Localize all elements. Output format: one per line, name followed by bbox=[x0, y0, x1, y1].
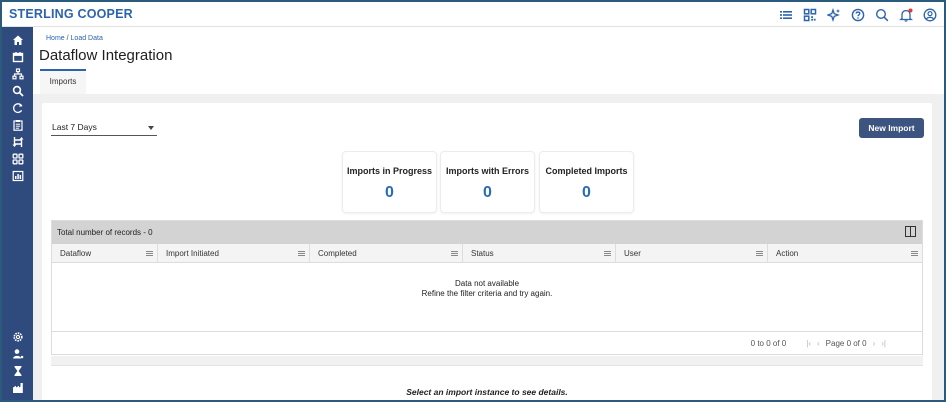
metric-value: 0 bbox=[582, 184, 591, 201]
hierarchy-icon[interactable] bbox=[11, 67, 24, 80]
report-icon[interactable] bbox=[11, 169, 24, 182]
total-records-label: Total number of records - 0 bbox=[57, 228, 153, 237]
column-menu-icon[interactable] bbox=[604, 251, 611, 256]
column-header-label: User bbox=[624, 249, 641, 258]
column-header-label: Completed bbox=[318, 249, 357, 258]
empty-state-hint: Refine the filter criteria and try again… bbox=[421, 289, 553, 298]
brand-logo[interactable]: STERLING COOPER bbox=[9, 7, 133, 21]
metric-card-completed[interactable]: Completed Imports 0 bbox=[539, 151, 634, 213]
grid-icon[interactable] bbox=[801, 6, 818, 23]
column-header-completed[interactable]: Completed bbox=[310, 244, 463, 263]
column-header-import-initiated[interactable]: Import Initiated bbox=[158, 244, 310, 263]
column-menu-icon[interactable] bbox=[298, 251, 305, 256]
first-page-icon[interactable]: |‹ bbox=[806, 339, 811, 348]
top-icons bbox=[777, 6, 938, 23]
settings-icon[interactable] bbox=[11, 330, 24, 343]
column-header-action[interactable]: Action bbox=[768, 244, 922, 263]
column-header-status[interactable]: Status bbox=[463, 244, 616, 263]
sparkle-icon[interactable] bbox=[825, 6, 842, 23]
metric-label: Imports in Progress bbox=[346, 166, 433, 176]
column-menu-icon[interactable] bbox=[756, 251, 763, 256]
home-icon[interactable] bbox=[11, 33, 24, 46]
sidebar bbox=[2, 27, 33, 400]
apps-icon[interactable] bbox=[11, 152, 24, 165]
imports-panel: Last 7 Days New Import Imports in Progre… bbox=[42, 103, 932, 400]
grid-header-row: Dataflow Import Initiated Completed Stat… bbox=[52, 244, 922, 263]
search-icon[interactable] bbox=[873, 6, 890, 23]
grid-pagination: 0 to 0 of 0 |‹ ‹ Page 0 of 0 › ›| bbox=[52, 331, 922, 354]
app-frame: STERLING COOPER Home / Load Data Dataflo… bbox=[0, 0, 946, 402]
breadcrumb: Home / Load Data bbox=[46, 35, 103, 42]
top-bar: STERLING COOPER bbox=[2, 2, 944, 27]
transfer-icon[interactable] bbox=[11, 135, 24, 148]
empty-state-title: Data not available bbox=[454, 279, 520, 288]
date-range-value: Last 7 Days bbox=[52, 122, 97, 132]
column-header-label: Import Initiated bbox=[166, 249, 219, 258]
clipboard-icon[interactable] bbox=[11, 118, 24, 131]
metric-label: Imports with Errors bbox=[445, 166, 529, 176]
bell-icon[interactable] bbox=[897, 6, 914, 23]
help-icon[interactable] bbox=[849, 6, 866, 23]
date-range-dropdown[interactable]: Last 7 Days bbox=[51, 119, 157, 136]
list-icon[interactable] bbox=[777, 6, 794, 23]
metric-label: Completed Imports bbox=[545, 166, 628, 176]
empty-state: Data not available Refine the filter cri… bbox=[52, 279, 922, 299]
previous-page-icon[interactable]: ‹ bbox=[817, 339, 820, 348]
metric-value: 0 bbox=[483, 184, 492, 201]
section-divider bbox=[51, 365, 923, 366]
search-icon[interactable] bbox=[11, 84, 24, 97]
breadcrumb-current[interactable]: Load Data bbox=[71, 35, 103, 42]
user-icon[interactable] bbox=[921, 6, 938, 23]
column-header-label: Dataflow bbox=[60, 249, 92, 258]
tab-imports[interactable]: Imports bbox=[40, 69, 86, 94]
metric-card-errors[interactable]: Imports with Errors 0 bbox=[440, 151, 535, 213]
imports-grid: Total number of records - 0 Dataflow Imp… bbox=[51, 220, 923, 355]
caret-down-icon bbox=[148, 126, 154, 130]
breadcrumb-home[interactable]: Home bbox=[46, 35, 65, 42]
new-import-button[interactable]: New Import bbox=[859, 118, 924, 138]
column-menu-icon[interactable] bbox=[451, 251, 458, 256]
detail-placeholder-message: Select an import instance to see details… bbox=[406, 387, 568, 397]
column-header-user[interactable]: User bbox=[616, 244, 768, 263]
column-header-dataflow[interactable]: Dataflow bbox=[52, 244, 158, 263]
grid-toolbar: Total number of records - 0 bbox=[52, 221, 922, 244]
last-page-icon[interactable]: ›| bbox=[881, 339, 886, 348]
page-indicator: Page 0 of 0 bbox=[825, 339, 867, 348]
factory-icon[interactable] bbox=[11, 381, 24, 394]
metric-value: 0 bbox=[385, 184, 394, 201]
metric-card-in-progress[interactable]: Imports in Progress 0 bbox=[342, 151, 437, 213]
column-header-label: Action bbox=[776, 249, 799, 258]
columns-icon[interactable] bbox=[905, 226, 916, 237]
page-header: Home / Load Data Dataflow Integration Im… bbox=[33, 27, 944, 94]
column-menu-icon[interactable] bbox=[146, 251, 153, 256]
admin-user-icon[interactable] bbox=[11, 347, 24, 360]
hourglass-icon[interactable] bbox=[11, 364, 24, 377]
record-range: 0 to 0 of 0 bbox=[750, 339, 787, 348]
pager: 0 to 0 of 0 |‹ ‹ Page 0 of 0 › ›| bbox=[751, 339, 886, 348]
calendar-icon[interactable] bbox=[11, 50, 24, 63]
grid-scrollbar[interactable] bbox=[51, 356, 923, 365]
page-title: Dataflow Integration bbox=[39, 47, 173, 64]
refresh-icon[interactable] bbox=[11, 101, 24, 114]
next-page-icon[interactable]: › bbox=[873, 339, 876, 348]
column-header-label: Status bbox=[471, 249, 494, 258]
column-menu-icon[interactable] bbox=[911, 251, 918, 256]
